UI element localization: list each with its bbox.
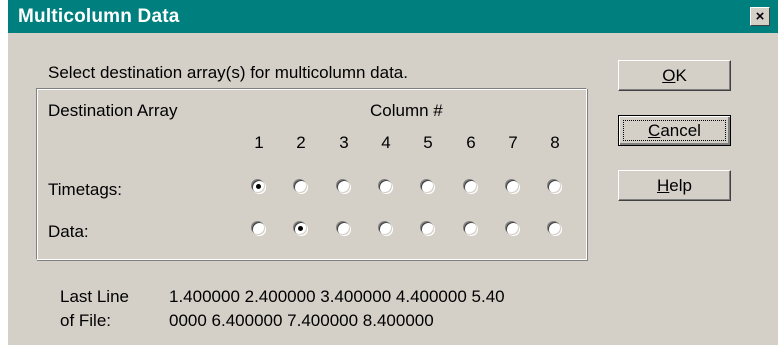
destination-array-header: Destination Array — [48, 101, 178, 120]
help-button-label: Help — [657, 176, 692, 195]
column-header-3: 3 — [339, 133, 349, 152]
timetags-radio-col-3[interactable] — [337, 180, 350, 193]
data-radio-col-3[interactable] — [337, 222, 350, 235]
column-header-5: 5 — [423, 133, 433, 152]
column-header-2: 2 — [296, 133, 306, 152]
data-radio-col-1[interactable] — [252, 222, 265, 235]
timetags-radio-col-5[interactable] — [421, 180, 434, 193]
radio-selected-dot — [256, 184, 261, 189]
data-radio-col-8[interactable] — [548, 222, 561, 235]
timetags-label: Timetags: — [48, 180, 123, 199]
cancel-button[interactable]: Cancel — [618, 115, 731, 146]
title-bar[interactable]: Multicolumn Data × — [8, 0, 778, 33]
column-header-4: 4 — [381, 133, 391, 152]
close-icon: × — [755, 8, 765, 25]
timetags-radio-col-1[interactable] — [252, 180, 265, 193]
last-line-value-1: 1.400000 2.400000 3.400000 4.400000 5.40 — [169, 287, 505, 306]
cancel-button-label: Cancel — [648, 121, 701, 140]
column-header-1: 1 — [254, 133, 264, 152]
ok-button[interactable]: OK — [618, 60, 731, 91]
multicolumn-data-dialog: Multicolumn Data × Select destination ar… — [8, 0, 778, 345]
data-radio-col-2[interactable] — [294, 222, 307, 235]
column-header-7: 7 — [508, 133, 518, 152]
timetags-radio-col-7[interactable] — [506, 180, 519, 193]
timetags-radio-col-8[interactable] — [548, 180, 561, 193]
data-radio-col-5[interactable] — [421, 222, 434, 235]
instruction-text: Select destination array(s) for multicol… — [48, 63, 408, 82]
data-radio-col-6[interactable] — [464, 222, 477, 235]
timetags-radio-col-4[interactable] — [379, 180, 392, 193]
help-button[interactable]: Help — [618, 170, 731, 201]
ok-button-label: OK — [662, 66, 687, 85]
last-line-value-2: 0000 6.400000 7.400000 8.400000 — [169, 311, 434, 330]
data-radio-col-7[interactable] — [506, 222, 519, 235]
timetags-radio-col-6[interactable] — [464, 180, 477, 193]
data-label: Data: — [48, 222, 89, 241]
close-button[interactable]: × — [750, 7, 770, 26]
last-line-label: Last Line of File: — [60, 285, 129, 333]
window-title: Multicolumn Data — [18, 6, 180, 27]
column-number-header: Column # — [370, 101, 443, 120]
column-header-6: 6 — [466, 133, 476, 152]
radio-selected-dot — [298, 226, 303, 231]
last-line-label-2: of File: — [60, 311, 112, 330]
data-radio-col-4[interactable] — [379, 222, 392, 235]
column-header-8: 8 — [550, 133, 560, 152]
last-line-values: 1.400000 2.400000 3.400000 4.400000 5.40… — [169, 285, 505, 333]
last-line-label-1: Last Line — [60, 287, 129, 306]
timetags-radio-col-2[interactable] — [294, 180, 307, 193]
